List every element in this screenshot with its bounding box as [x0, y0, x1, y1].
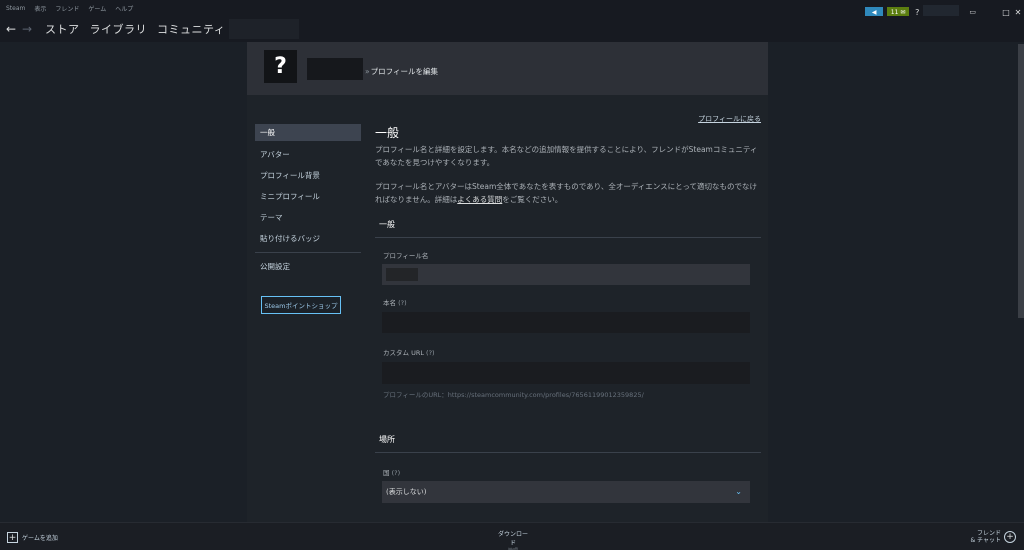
page-title: »プロフィールを編集 — [365, 66, 438, 77]
menu-friends[interactable]: フレンド — [55, 4, 79, 13]
profile-url-hint: プロフィールのURL：https://steamcommunity.com/pr… — [383, 391, 644, 399]
country-help[interactable]: (?) — [392, 469, 401, 477]
menu-games[interactable]: ゲーム — [88, 4, 106, 13]
location-subheading: 場所 — [375, 434, 761, 453]
description-2: プロフィール名とアバターはSteam全体であなたを表すものであり、全オーディエン… — [375, 181, 761, 206]
add-game-label: ゲームを追加 — [22, 535, 58, 542]
faq-link[interactable]: よくある質問 — [457, 195, 502, 204]
chevron-down-icon: ⌄ — [735, 487, 742, 496]
scrollbar[interactable] — [1018, 44, 1024, 318]
menu-steam[interactable]: Steam — [6, 5, 25, 12]
avatar[interactable]: ? — [264, 50, 297, 83]
edit-profile-page: ? »プロフィールを編集 プロフィールに戻る 一般 アバター プロフィール背景 … — [247, 42, 768, 522]
nav-item-mini-profile[interactable]: ミニプロフィール — [255, 186, 361, 207]
nav-username-redacted[interactable] — [229, 19, 300, 39]
plus-icon: + — [7, 532, 18, 543]
custom-url-label-text: カスタム URL — [383, 349, 424, 357]
navigation-bar: ← → ストア ライブラリ コミュニティ — [0, 16, 1024, 42]
menu-view[interactable]: 表示 — [34, 4, 46, 13]
description-1: プロフィール名と詳細を設定します。本名などの追加情報を提供することにより、フレン… — [375, 145, 758, 167]
downloads-label: ダウンロード — [497, 531, 528, 547]
nav-store[interactable]: ストア — [45, 21, 80, 37]
country-label-text: 国 — [383, 469, 390, 477]
friends-label: フレンド — [976, 530, 1001, 537]
real-name-help[interactable]: (?) — [398, 299, 407, 307]
nav-library[interactable]: ライブラリ — [90, 21, 148, 37]
general-subheading: 一般 — [375, 219, 761, 238]
add-game-button[interactable]: + ゲームを追加 — [7, 532, 58, 543]
country-select-value: (表示しない) — [386, 488, 427, 496]
notification-count: 11 — [890, 8, 899, 16]
nav-item-featured-badge[interactable]: 貼り付けるバッジ — [255, 228, 361, 249]
back-arrow-icon[interactable]: ← — [3, 22, 19, 36]
forward-arrow-icon[interactable]: → — [19, 22, 35, 36]
description-2-text: プロフィール名とアバターはSteam全体であなたを表すものであり、全オーディエン… — [375, 182, 758, 204]
real-name-input[interactable] — [382, 312, 750, 333]
custom-url-label: カスタム URL (?) — [383, 347, 761, 357]
description-2-tail: をご覧ください。 — [502, 194, 563, 204]
profile-name-label: プロフィール名 — [383, 252, 429, 260]
custom-url-input[interactable] — [382, 362, 750, 384]
real-name-label-text: 本名 — [383, 299, 396, 307]
nav-item-avatar[interactable]: アバター — [255, 144, 361, 165]
nav-item-privacy[interactable]: 公開設定 — [255, 256, 361, 277]
downloads-button[interactable]: ダウンロード 管理 — [496, 529, 530, 550]
real-name-label: 本名 (?) — [383, 297, 761, 307]
profile-name-redacted-value — [386, 268, 418, 281]
profile-name-input[interactable] — [382, 264, 750, 285]
back-to-profile-link[interactable]: プロフィールに戻る — [698, 114, 761, 124]
custom-url-help[interactable]: (?) — [426, 349, 435, 357]
profile-name-redacted — [307, 58, 363, 80]
nav-item-general[interactable]: 一般 — [255, 124, 361, 141]
country-select[interactable]: (表示しない) ⌄ — [382, 481, 750, 503]
main-content: 一般 プロフィール名と詳細を設定します。本名などの追加情報を提供することにより、… — [375, 124, 761, 503]
profile-header: ? »プロフィールを編集 — [247, 42, 768, 95]
edit-title-text: プロフィールを編集 — [370, 67, 438, 76]
country-label: 国 (?) — [383, 467, 761, 477]
screen-mode-icon[interactable]: ▭ — [969, 8, 976, 16]
add-friend-icon: + — [1004, 531, 1016, 543]
megaphone-icon: ◀ — [871, 8, 877, 16]
chat-label: & チャット — [970, 537, 1001, 544]
section-title: 一般 — [375, 126, 400, 140]
nav-item-theme[interactable]: テーマ — [255, 207, 361, 228]
friends-chat-label: フレンド & チャット — [970, 530, 1001, 544]
bottom-bar: + ゲームを追加 ダウンロード 管理 フレンド & チャット + — [0, 522, 1024, 550]
nav-divider — [255, 252, 361, 253]
envelope-icon: ✉ — [900, 8, 906, 16]
left-navigation: 一般 アバター プロフィール背景 ミニプロフィール テーマ 貼り付けるバッジ 公… — [255, 124, 361, 314]
friends-chat-button[interactable]: フレンド & チャット + — [970, 530, 1016, 544]
nav-item-profile-background[interactable]: プロフィール背景 — [255, 165, 361, 186]
points-shop-button[interactable]: Steamポイントショップ — [261, 296, 341, 314]
separator-dot: » — [365, 67, 370, 76]
nav-community[interactable]: コミュニティ — [157, 21, 225, 37]
menu-help[interactable]: ヘルプ — [115, 4, 133, 13]
